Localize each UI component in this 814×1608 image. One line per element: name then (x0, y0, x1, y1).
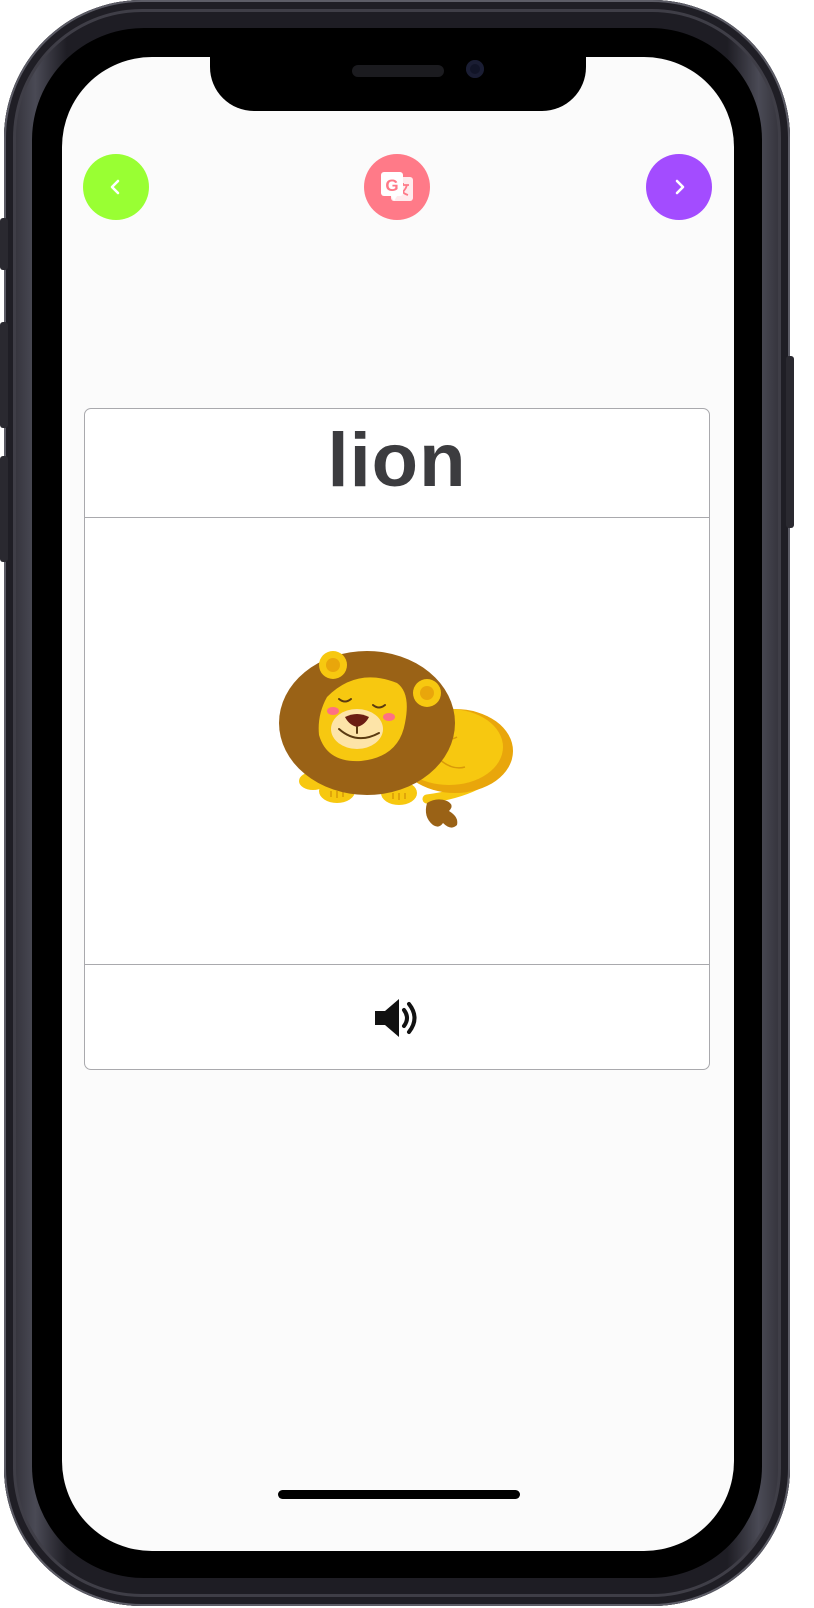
speaker-volume-icon[interactable] (373, 994, 421, 1042)
volume-down-button (0, 456, 8, 562)
mute-switch (0, 218, 8, 270)
google-translate-icon: G (381, 172, 413, 201)
power-button (786, 356, 794, 528)
app-screen: G lion (62, 57, 734, 1551)
svg-text:G: G (385, 176, 398, 195)
translate-button[interactable]: G (364, 154, 430, 220)
next-button[interactable] (646, 154, 712, 220)
volume-up-button (0, 322, 8, 428)
flashcard-image-section (85, 518, 709, 965)
flashcard: lion (84, 408, 710, 1070)
earpiece-speaker (352, 65, 444, 77)
lion-illustration (279, 651, 513, 828)
home-indicator[interactable] (278, 1490, 520, 1499)
chevron-left-icon (110, 179, 120, 195)
flashcard-audio-section (85, 965, 709, 1071)
previous-button[interactable] (83, 154, 149, 220)
notch (210, 57, 586, 111)
front-camera (466, 60, 484, 78)
flashcard-word: lion (327, 418, 467, 503)
chevron-right-icon (675, 179, 685, 195)
flashcard-word-section: lion (85, 409, 709, 518)
